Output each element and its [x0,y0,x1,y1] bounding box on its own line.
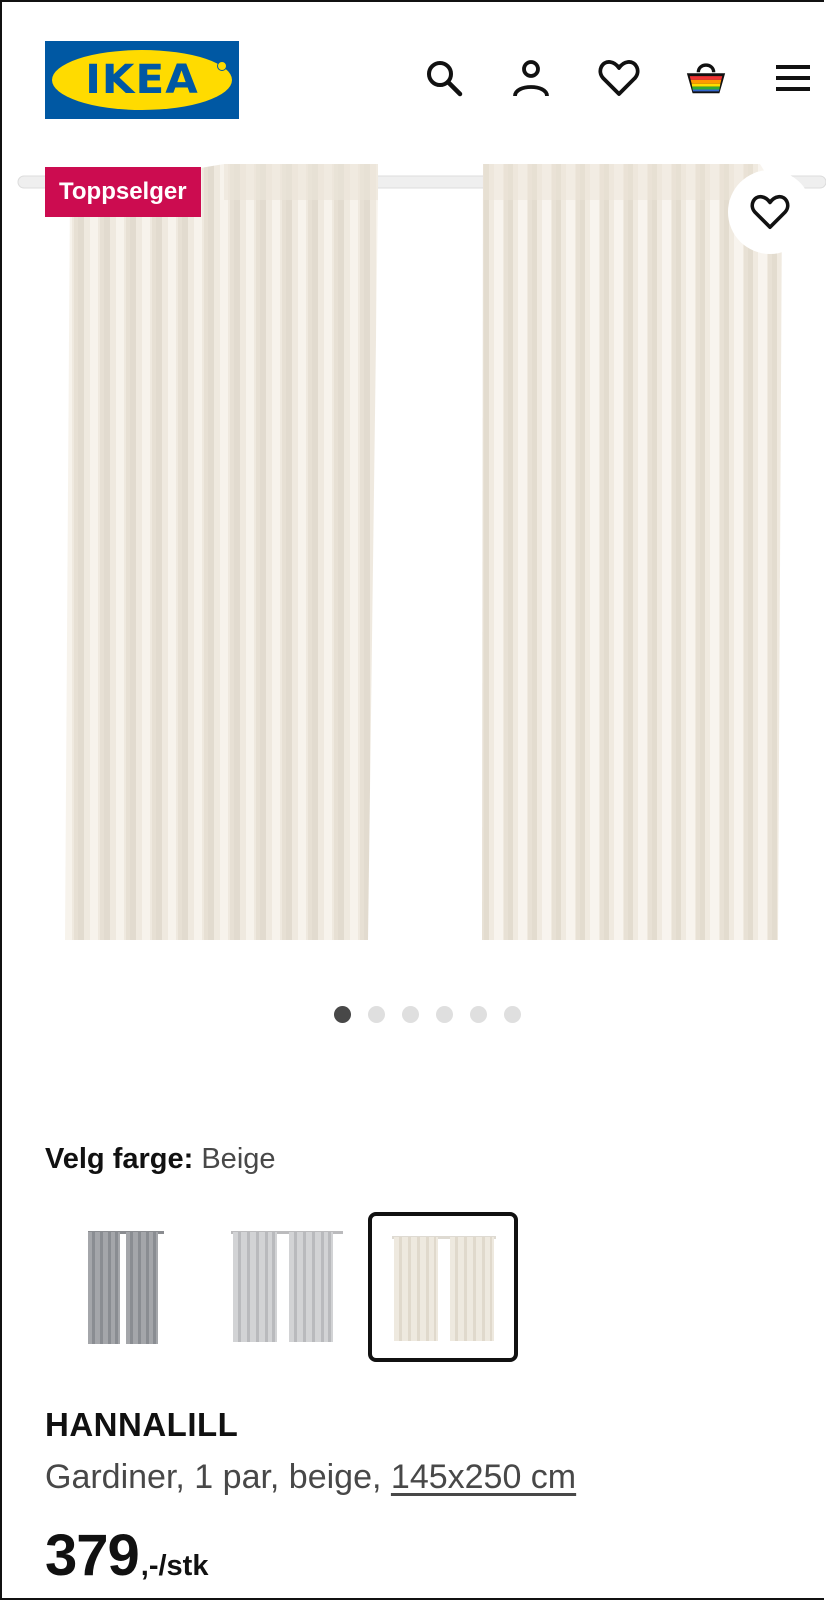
color-option-light-grey[interactable] [205,1212,355,1362]
basket-icon[interactable] [684,56,728,100]
logo-text: IKEA [85,57,199,103]
color-label-value: Beige [201,1143,276,1175]
product-image[interactable] [0,160,826,950]
search-icon[interactable] [422,56,466,100]
ikea-logo[interactable]: IKEA [45,41,239,119]
color-label-key: Velg farge: [45,1143,194,1175]
carousel-dot[interactable] [402,1006,419,1023]
price-amount: 379 [45,1523,140,1588]
color-option-beige[interactable] [368,1212,518,1362]
carousel-dots [334,1006,521,1023]
color-selector-label: Velg farge: Beige [45,1143,276,1176]
product-name: HANNALILL [45,1406,239,1443]
price-suffix: ,-/stk [140,1550,209,1582]
color-option-dark-grey[interactable] [48,1212,198,1362]
size-link[interactable]: 145x250 cm [391,1458,576,1496]
product-description: Gardiner, 1 par, beige, 145x250 cm [45,1458,576,1497]
carousel-dot[interactable] [368,1006,385,1023]
bestseller-badge: Toppselger [45,167,201,217]
heart-icon[interactable] [597,56,641,100]
product-description-text: Gardiner, 1 par, beige, [45,1458,382,1496]
carousel-dot[interactable] [334,1006,351,1023]
user-icon[interactable] [509,56,553,100]
add-to-favourites-button[interactable] [728,170,812,254]
carousel-dot[interactable] [504,1006,521,1023]
carousel-dot[interactable] [436,1006,453,1023]
menu-icon[interactable] [771,56,815,100]
carousel-dot[interactable] [470,1006,487,1023]
product-price: 379 ,-/stk [45,1522,208,1589]
heart-icon [750,194,790,230]
site-header: IKEA [0,0,826,150]
